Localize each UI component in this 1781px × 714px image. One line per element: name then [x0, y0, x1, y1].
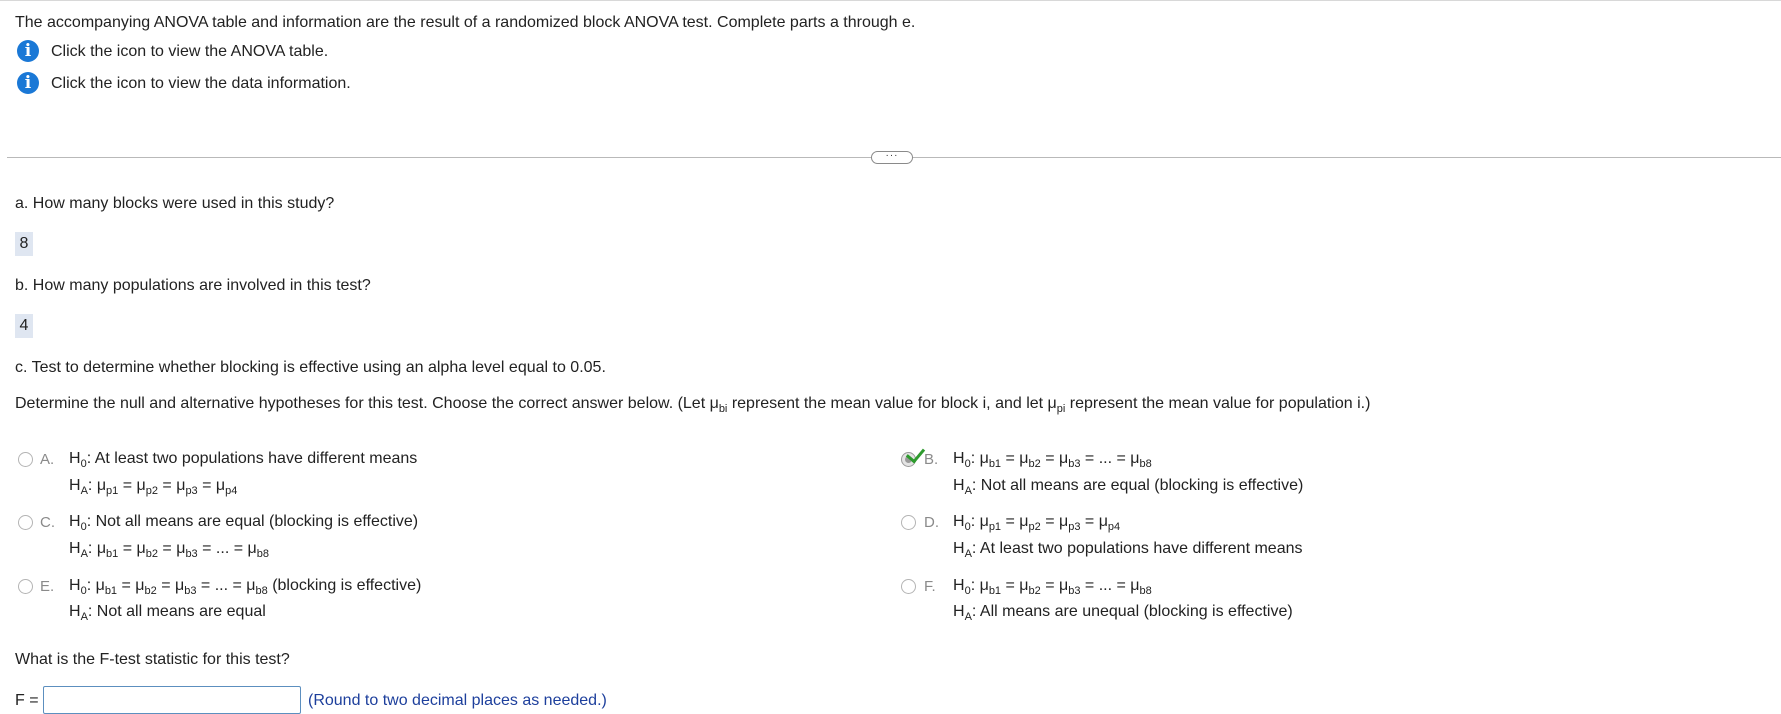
option-f-h0[interactable]: H0: μb1 = μb2 = μb3 = ... = μb8	[953, 577, 1152, 597]
option-c-letter: C.	[40, 514, 55, 531]
option-d-radio[interactable]	[901, 515, 916, 530]
anova-table-link[interactable]: Click the icon to view the ANOVA table.	[51, 43, 328, 61]
option-a-h0[interactable]: H0: At least two populations have differ…	[69, 450, 417, 470]
part-b-question: b. How many populations are involved in …	[15, 277, 371, 294]
intro-text: The accompanying ANOVA table and informa…	[15, 14, 916, 31]
option-d-ha[interactable]: HA: At least two populations have differ…	[953, 540, 1303, 560]
f-label: F =	[15, 692, 39, 709]
data-info-link[interactable]: Click the icon to view the data informat…	[51, 75, 351, 93]
part-c-question: c. Test to determine whether blocking is…	[15, 359, 606, 376]
option-a-ha[interactable]: HA: μp1 = μp2 = μp3 = μp4	[69, 477, 237, 497]
f-statistic-input[interactable]	[43, 686, 301, 714]
expand-button[interactable]: ···	[871, 151, 913, 164]
option-f-ha[interactable]: HA: All means are unequal (blocking is e…	[953, 603, 1293, 623]
option-f-letter: F.	[924, 578, 936, 595]
option-c-radio[interactable]	[18, 515, 33, 530]
option-b-h0[interactable]: H0: μb1 = μb2 = μb3 = ... = μb8	[953, 450, 1152, 470]
option-a-radio[interactable]	[18, 452, 33, 467]
option-f-radio[interactable]	[901, 579, 916, 594]
option-c-ha[interactable]: HA: μb1 = μb2 = μb3 = ... = μb8	[69, 540, 269, 560]
hypothesis-instruction: Determine the null and alternative hypot…	[15, 395, 1371, 415]
part-a-answer: 8	[15, 232, 33, 256]
option-c-h0[interactable]: H0: Not all means are equal (blocking is…	[69, 513, 418, 533]
option-e-letter: E.	[40, 578, 55, 595]
option-b-letter: B.	[924, 451, 939, 468]
part-a-question: a. How many blocks were used in this stu…	[15, 195, 335, 212]
option-a-letter: A.	[40, 451, 55, 468]
rounding-hint: (Round to two decimal places as needed.)	[308, 692, 607, 709]
part-b-answer: 4	[15, 314, 33, 338]
option-e-ha[interactable]: HA: Not all means are equal	[69, 603, 266, 623]
option-d-letter: D.	[924, 514, 939, 531]
option-b-ha[interactable]: HA: Not all means are equal (blocking is…	[953, 477, 1303, 497]
option-e-h0[interactable]: H0: μb1 = μb2 = μb3 = ... = μb8 (blockin…	[69, 577, 421, 597]
option-e-radio[interactable]	[18, 579, 33, 594]
top-border	[0, 0, 1781, 1]
f-statistic-question: What is the F-test statistic for this te…	[15, 651, 290, 668]
info-icon[interactable]: i	[17, 72, 39, 94]
info-icon[interactable]: i	[17, 40, 39, 62]
option-d-h0[interactable]: H0: μp1 = μp2 = μp3 = μp4	[953, 513, 1120, 533]
